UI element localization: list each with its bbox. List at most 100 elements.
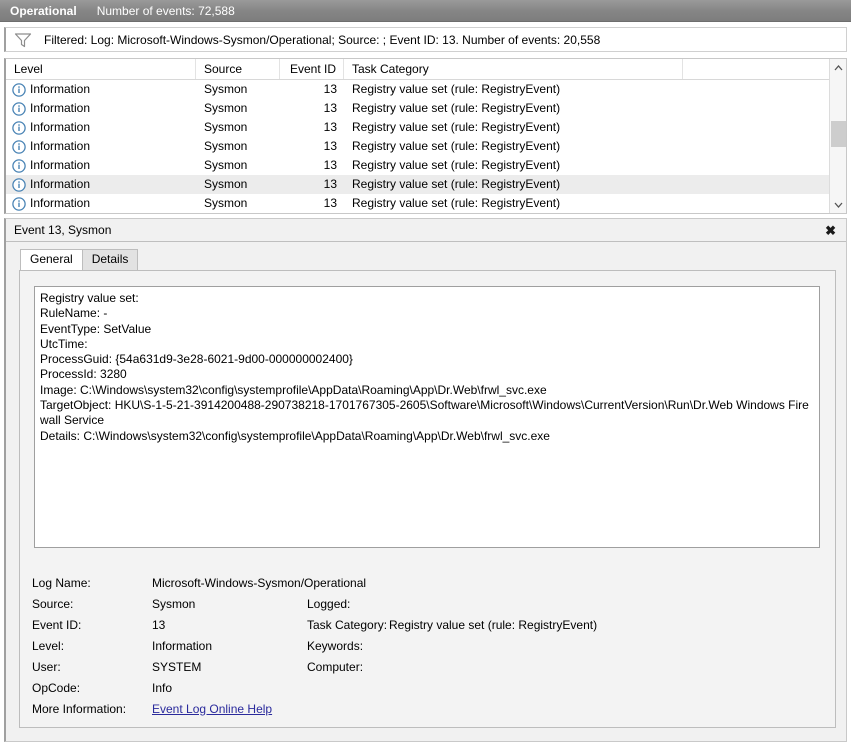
cell-level-text: Information bbox=[30, 158, 91, 172]
table-row[interactable]: Information Sysmon 13 Registry value set (r… bbox=[6, 80, 846, 99]
column-header-task-category[interactable]: Task Category bbox=[344, 59, 683, 79]
cell-level-text: Information bbox=[30, 101, 91, 115]
value-event-id: 13 bbox=[152, 617, 166, 632]
information-icon bbox=[12, 82, 26, 97]
cell-level: Information bbox=[6, 118, 196, 137]
cell-level: Information bbox=[6, 194, 196, 213]
log-name-title: Operational bbox=[10, 3, 77, 18]
detail-tabs: General Details bbox=[6, 248, 846, 270]
event-metadata-grid: Log Name: Microsoft-Windows-Sysmon/Opera… bbox=[32, 572, 822, 719]
cell-level-text: Information bbox=[30, 120, 91, 134]
label-event-id: Event ID: bbox=[32, 617, 82, 632]
event-detail-title: Event 13, Sysmon bbox=[14, 223, 112, 237]
cell-level: Information bbox=[6, 156, 196, 175]
scrollbar-thumb[interactable] bbox=[831, 121, 846, 147]
cell-task-category: Registry value set (rule: RegistryEvent) bbox=[352, 158, 561, 172]
cell-source: Sysmon bbox=[204, 177, 248, 191]
label-keywords: Keywords: bbox=[307, 638, 364, 653]
event-description-box[interactable]: Registry value set: RuleName: - EventTyp… bbox=[34, 286, 820, 548]
table-row[interactable]: Information Sysmon 13 Registry value set (r… bbox=[6, 175, 846, 194]
event-rows-container: Information Sysmon 13 Registry value set (r… bbox=[6, 80, 846, 213]
filter-funnel-icon bbox=[14, 32, 32, 47]
cell-level-text: Information bbox=[30, 139, 91, 153]
total-events-count: Number of events: 72,588 bbox=[96, 3, 235, 18]
cell-source: Sysmon bbox=[204, 139, 248, 153]
label-logged: Logged: bbox=[307, 596, 351, 611]
cell-source: Sysmon bbox=[204, 196, 248, 210]
cell-event-id: 13 bbox=[323, 101, 337, 115]
event-detail-header: Event 13, Sysmon ✖ bbox=[6, 219, 846, 242]
information-icon bbox=[12, 139, 26, 154]
label-source: Source: bbox=[32, 596, 74, 611]
metadata-row-user-computer: User: SYSTEM Computer: bbox=[32, 656, 822, 677]
label-opcode: OpCode: bbox=[32, 680, 81, 695]
label-user: User: bbox=[32, 659, 61, 674]
metadata-row-event-id-task: Event ID: 13 Task Category: Registry val… bbox=[32, 614, 822, 635]
information-icon bbox=[12, 120, 26, 135]
column-header-level[interactable]: Level bbox=[6, 59, 196, 79]
filter-bar[interactable]: Filtered: Log: Microsoft-Windows-Sysmon/… bbox=[4, 27, 847, 52]
cell-task-category: Registry value set (rule: RegistryEvent) bbox=[352, 196, 561, 210]
metadata-row-level-keywords: Level: Information Keywords: bbox=[32, 635, 822, 656]
cell-level-text: Information bbox=[30, 82, 91, 96]
cell-event-id: 13 bbox=[323, 120, 337, 134]
event-list-scrollbar[interactable] bbox=[829, 59, 846, 213]
table-row[interactable]: Information Sysmon 13 Registry value set (r… bbox=[6, 156, 846, 175]
cell-level: Information bbox=[6, 137, 196, 156]
value-task-category: Registry value set (rule: RegistryEvent) bbox=[389, 617, 598, 632]
cell-event-id: 13 bbox=[323, 196, 337, 210]
log-header-bar: Operational Number of events: 72,588 bbox=[0, 0, 851, 22]
filter-description: Filtered: Log: Microsoft-Windows-Sysmon/… bbox=[44, 32, 601, 47]
cell-source: Sysmon bbox=[204, 158, 248, 172]
cell-source: Sysmon bbox=[204, 101, 248, 115]
event-list-header: Level Source Event ID Task Category bbox=[6, 59, 846, 80]
scroll-up-button[interactable] bbox=[830, 59, 846, 76]
cell-level-text: Information bbox=[30, 196, 91, 210]
table-row[interactable]: Information Sysmon 13 Registry value set (r… bbox=[6, 194, 846, 213]
label-log-name: Log Name: bbox=[32, 575, 91, 590]
label-more-information: More Information: bbox=[32, 701, 127, 716]
event-list[interactable]: Level Source Event ID Task Category Info… bbox=[4, 58, 847, 214]
table-row[interactable]: Information Sysmon 13 Registry value set (r… bbox=[6, 137, 846, 156]
label-task-category: Task Category: bbox=[307, 617, 388, 632]
detail-tab-body: Registry value set: RuleName: - EventTyp… bbox=[19, 270, 836, 728]
cell-level: Information bbox=[6, 175, 196, 194]
label-computer: Computer: bbox=[307, 659, 364, 674]
table-row[interactable]: Information Sysmon 13 Registry value set (r… bbox=[6, 118, 846, 137]
cell-event-id: 13 bbox=[323, 139, 337, 153]
table-row[interactable]: Information Sysmon 13 Registry value set (r… bbox=[6, 99, 846, 118]
metadata-row-source-logged: Source: Sysmon Logged: bbox=[32, 593, 822, 614]
value-level: Information bbox=[152, 638, 213, 653]
cell-task-category: Registry value set (rule: RegistryEvent) bbox=[352, 139, 561, 153]
value-source: Sysmon bbox=[152, 596, 196, 611]
event-detail-pane: Event 13, Sysmon ✖ General Details Regis… bbox=[4, 218, 847, 742]
tab-general[interactable]: General bbox=[20, 249, 83, 270]
value-opcode: Info bbox=[152, 680, 173, 695]
column-header-source[interactable]: Source bbox=[196, 59, 280, 79]
cell-level-text: Information bbox=[30, 177, 91, 191]
cell-event-id: 13 bbox=[323, 177, 337, 191]
cell-task-category: Registry value set (rule: RegistryEvent) bbox=[352, 82, 561, 96]
information-icon bbox=[12, 196, 26, 211]
information-icon bbox=[12, 101, 26, 116]
cell-level: Information bbox=[6, 99, 196, 118]
scroll-down-button[interactable] bbox=[830, 196, 846, 213]
information-icon bbox=[12, 158, 26, 173]
cell-level: Information bbox=[6, 80, 196, 99]
metadata-row-more-information: More Information: Event Log Online Help bbox=[32, 698, 822, 719]
cell-task-category: Registry value set (rule: RegistryEvent) bbox=[352, 101, 561, 115]
event-log-online-help-link[interactable]: Event Log Online Help bbox=[152, 702, 822, 716]
value-log-name: Microsoft-Windows-Sysmon/Operational bbox=[152, 575, 367, 590]
column-header-filler bbox=[683, 59, 830, 79]
cell-source: Sysmon bbox=[204, 120, 248, 134]
information-icon bbox=[12, 177, 26, 192]
cell-event-id: 13 bbox=[323, 82, 337, 96]
cell-source: Sysmon bbox=[204, 82, 248, 96]
column-header-event-id[interactable]: Event ID bbox=[280, 59, 344, 79]
tab-details[interactable]: Details bbox=[81, 249, 139, 270]
cell-task-category: Registry value set (rule: RegistryEvent) bbox=[352, 177, 561, 191]
value-user: SYSTEM bbox=[152, 659, 202, 674]
event-description-text: Registry value set: RuleName: - EventTyp… bbox=[40, 291, 809, 443]
label-level: Level: bbox=[32, 638, 65, 653]
close-icon[interactable]: ✖ bbox=[825, 224, 836, 237]
